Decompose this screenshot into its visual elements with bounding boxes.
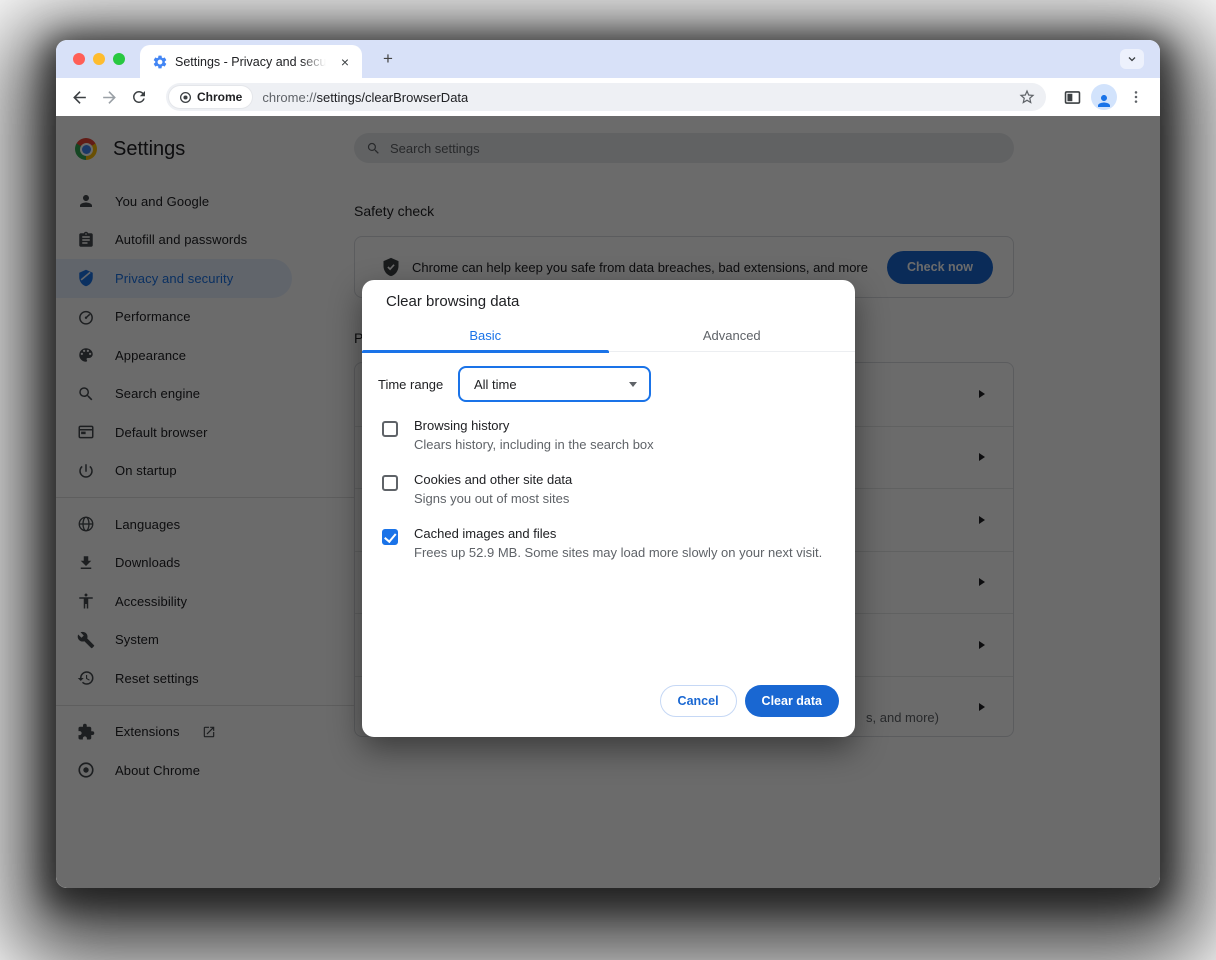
bookmark-star-icon[interactable] <box>1018 88 1036 106</box>
page-content: Settings You and Google Autofill and pas… <box>56 116 1160 888</box>
zoom-window-button[interactable] <box>113 53 125 65</box>
browser-tab[interactable]: Settings - Privacy and securit × <box>140 45 362 78</box>
browser-toolbar: Chrome chrome://settings/clearBrowserDat… <box>56 78 1160 116</box>
chrome-glyph-icon <box>179 91 192 104</box>
cancel-button[interactable]: Cancel <box>660 685 737 717</box>
url-text: chrome://settings/clearBrowserData <box>262 90 468 105</box>
dialog-title: Clear browsing data <box>386 293 519 310</box>
side-panel-button[interactable] <box>1056 82 1088 112</box>
tab-strip: Settings - Privacy and securit × + <box>56 40 1160 78</box>
site-chip-label: Chrome <box>197 90 242 104</box>
cookies-checkbox[interactable] <box>382 475 398 491</box>
site-info-chip[interactable]: Chrome <box>169 86 252 108</box>
option-browsing-history: Browsing history Clears history, includi… <box>382 418 835 456</box>
url-path: settings/clearBrowserData <box>317 90 469 105</box>
minimize-window-button[interactable] <box>93 53 105 65</box>
tab-basic[interactable]: Basic <box>362 320 609 351</box>
time-range-row: Time range All time <box>378 366 651 402</box>
dialog-tabs: Basic Advanced <box>362 320 855 352</box>
reload-button[interactable] <box>124 82 154 112</box>
side-panel-icon <box>1063 88 1082 107</box>
forward-button[interactable] <box>94 82 124 112</box>
clear-data-button[interactable]: Clear data <box>745 685 839 717</box>
tab-title: Settings - Privacy and securit <box>175 55 329 69</box>
option-cached-images: Cached images and files Frees up 52.9 MB… <box>382 526 835 564</box>
url-scheme: chrome:// <box>262 90 316 105</box>
tab-close-icon[interactable]: × <box>336 53 354 71</box>
browser-window: Settings - Privacy and securit × + Chrom… <box>56 40 1160 888</box>
forward-arrow-icon <box>100 88 119 107</box>
new-tab-button[interactable]: + <box>376 47 400 71</box>
tab-advanced[interactable]: Advanced <box>609 320 856 351</box>
back-arrow-icon <box>70 88 89 107</box>
time-range-value: All time <box>474 377 629 392</box>
active-tab-underline <box>362 350 609 353</box>
back-button[interactable] <box>64 82 94 112</box>
dialog-buttons: Cancel Clear data <box>660 685 839 717</box>
tab-search-button[interactable] <box>1120 49 1144 69</box>
profile-avatar <box>1091 84 1117 110</box>
person-icon <box>1095 92 1113 110</box>
profile-button[interactable] <box>1088 82 1120 112</box>
chevron-down-icon <box>1126 53 1138 65</box>
settings-gear-favicon <box>152 54 168 70</box>
browsing-history-checkbox[interactable] <box>382 421 398 437</box>
menu-button[interactable] <box>1120 82 1152 112</box>
dialog-options: Browsing history Clears history, includi… <box>382 418 835 580</box>
close-window-button[interactable] <box>73 53 85 65</box>
cached-images-checkbox[interactable] <box>382 529 398 545</box>
option-cookies: Cookies and other site data Signs you ou… <box>382 472 835 510</box>
clear-browsing-data-dialog: Clear browsing data Basic Advanced Time … <box>362 280 855 737</box>
kebab-menu-icon <box>1128 89 1144 105</box>
window-controls <box>73 53 125 65</box>
time-range-label: Time range <box>378 377 458 392</box>
dropdown-caret-icon <box>629 382 637 387</box>
address-bar[interactable]: Chrome chrome://settings/clearBrowserDat… <box>166 83 1046 111</box>
reload-icon <box>130 88 148 106</box>
time-range-select[interactable]: All time <box>458 366 651 402</box>
